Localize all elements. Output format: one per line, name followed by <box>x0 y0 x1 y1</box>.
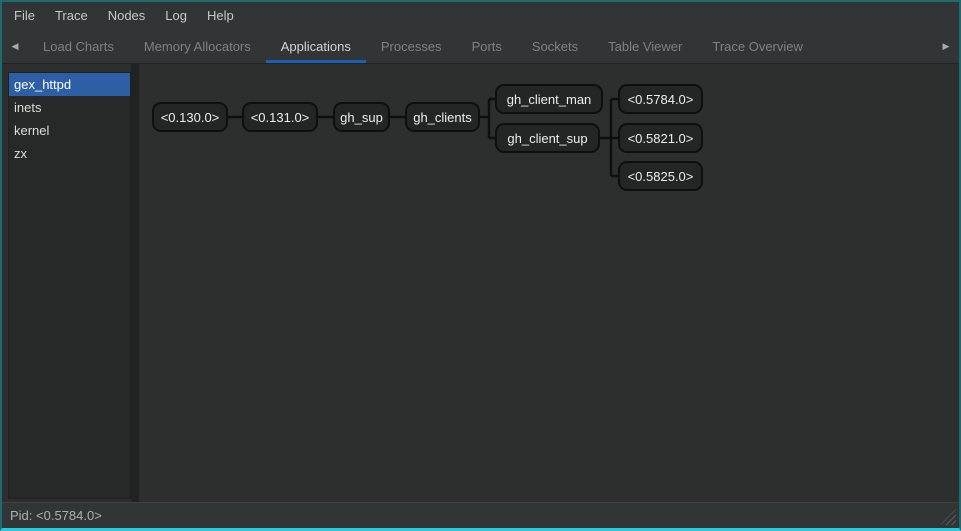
menu-item-nodes[interactable]: Nodes <box>108 8 146 23</box>
tree-node-gh-client-man[interactable]: gh_client_man <box>495 84 603 114</box>
tab-scroll-left-button[interactable]: ◀ <box>2 29 28 63</box>
tab-processes[interactable]: Processes <box>366 29 457 63</box>
tree-node-pid-0-5784-0[interactable]: <0.5784.0> <box>618 84 703 114</box>
tab-bar: ◀ Load Charts Memory Allocators Applicat… <box>2 29 959 64</box>
process-tree: <0.130.0> <0.131.0> gh_sup gh_clients gh… <box>2 2 961 531</box>
app-list-item-zx[interactable]: zx <box>9 142 130 165</box>
menu-item-log[interactable]: Log <box>165 8 187 23</box>
tab-memory-allocators[interactable]: Memory Allocators <box>129 29 266 63</box>
status-bar: Pid: <0.5784.0> <box>2 502 959 528</box>
tree-node-pid-0-5825-0[interactable]: <0.5825.0> <box>618 161 703 191</box>
tab-load-charts[interactable]: Load Charts <box>28 29 129 63</box>
menu-item-trace[interactable]: Trace <box>55 8 88 23</box>
tree-node-pid-0-5821-0[interactable]: <0.5821.0> <box>618 123 703 153</box>
menu-item-help[interactable]: Help <box>207 8 234 23</box>
resize-grip[interactable] <box>940 509 956 525</box>
tab-scroll-right-button[interactable]: ▶ <box>933 29 959 63</box>
tab-trace-overview[interactable]: Trace Overview <box>697 29 818 63</box>
applications-list: gex_httpd inets kernel zx <box>8 72 131 499</box>
tree-node-pid-0-130-0[interactable]: <0.130.0> <box>152 102 228 132</box>
menu-item-file[interactable]: File <box>14 8 35 23</box>
status-pid-text: Pid: <0.5784.0> <box>10 508 102 523</box>
tree-node-gh-client-sup[interactable]: gh_client_sup <box>495 123 600 153</box>
app-list-item-inets[interactable]: inets <box>9 96 130 119</box>
tree-node-gh-clients[interactable]: gh_clients <box>405 102 480 132</box>
chevron-left-icon: ◀ <box>12 41 19 52</box>
tree-node-pid-0-131-0[interactable]: <0.131.0> <box>242 102 318 132</box>
tab-table-viewer[interactable]: Table Viewer <box>593 29 697 63</box>
tree-connector-lines <box>2 2 961 531</box>
menu-bar: File Trace Nodes Log Help <box>2 2 959 29</box>
app-list-item-kernel[interactable]: kernel <box>9 119 130 142</box>
tab-applications[interactable]: Applications <box>266 29 366 63</box>
tab-ports[interactable]: Ports <box>457 29 517 63</box>
tab-sockets[interactable]: Sockets <box>517 29 593 63</box>
app-list-item-gex-httpd[interactable]: gex_httpd <box>9 73 130 96</box>
chevron-right-icon: ▶ <box>943 41 950 52</box>
sidebar-splitter[interactable] <box>131 64 139 505</box>
observer-window: File Trace Nodes Log Help ◀ Load Charts … <box>0 0 961 531</box>
tree-node-gh-sup[interactable]: gh_sup <box>333 102 390 132</box>
